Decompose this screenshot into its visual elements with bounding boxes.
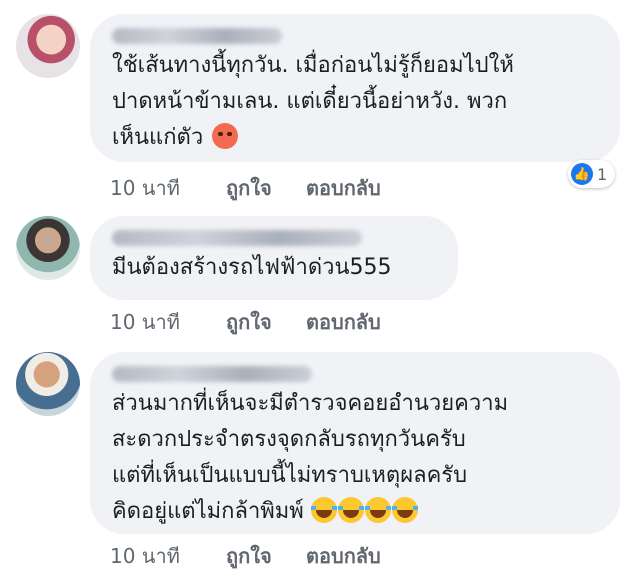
avatar[interactable]: [16, 352, 80, 416]
tears-of-joy-icon: [364, 497, 391, 523]
comment-actions: 10 นาที ถูกใจ ตอบกลับ: [110, 306, 381, 338]
like-button[interactable]: ถูกใจ: [226, 172, 306, 204]
angry-face-icon: [212, 123, 239, 149]
comment-text: มีนต้องสร้างรถไฟฟ้าด่วน555: [112, 255, 392, 280]
author-name-blurred[interactable]: [112, 28, 282, 44]
author-name-blurred[interactable]: [112, 366, 312, 382]
thumbs-up-icon: 👍: [571, 163, 593, 185]
avatar[interactable]: [16, 216, 80, 280]
comment-bubble: มีนต้องสร้างรถไฟฟ้าด่วน555: [90, 216, 458, 300]
like-button[interactable]: ถูกใจ: [226, 306, 306, 338]
like-button[interactable]: ถูกใจ: [226, 540, 306, 572]
reply-button[interactable]: ตอบกลับ: [306, 540, 381, 572]
comment-actions: 10 นาที ถูกใจ ตอบกลับ: [110, 172, 381, 204]
reply-button[interactable]: ตอบกลับ: [306, 306, 381, 338]
comment-text: ส่วนมากที่เห็นจะมีตำรวจคอยอำนวยความ สะดว…: [112, 391, 509, 524]
comment-text: ใช้เส้นทางนี้ทุกวัน. เมื่อก่อนไม่รู้ก็ยอ…: [112, 53, 514, 150]
timestamp[interactable]: 10 นาที: [110, 172, 218, 204]
comment-bubble: ส่วนมากที่เห็นจะมีตำรวจคอยอำนวยความ สะดว…: [90, 352, 620, 534]
tears-of-joy-icon: [391, 497, 418, 523]
tears-of-joy-icon: [337, 497, 364, 523]
reaction-count-badge[interactable]: 👍 1: [568, 160, 616, 188]
reply-button[interactable]: ตอบกลับ: [306, 172, 381, 204]
author-name-blurred[interactable]: [112, 230, 362, 246]
tears-of-joy-icon: [310, 497, 337, 523]
avatar[interactable]: [16, 14, 80, 78]
comment-bubble: ใช้เส้นทางนี้ทุกวัน. เมื่อก่อนไม่รู้ก็ยอ…: [90, 14, 620, 162]
timestamp[interactable]: 10 นาที: [110, 540, 218, 572]
comment-actions: 10 นาที ถูกใจ ตอบกลับ: [110, 540, 381, 572]
timestamp[interactable]: 10 นาที: [110, 306, 218, 338]
